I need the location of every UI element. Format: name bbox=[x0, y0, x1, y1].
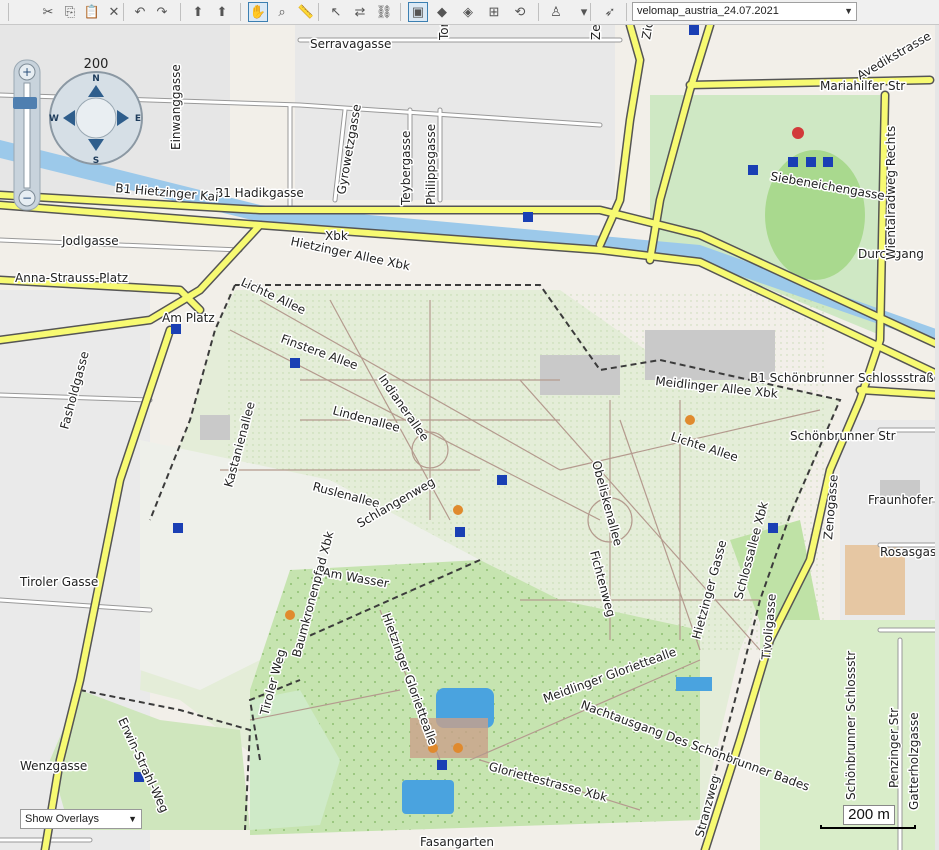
zoom-scale-label: 200 bbox=[84, 57, 109, 72]
poi-icon bbox=[453, 743, 463, 753]
map-label: Wenzgasse bbox=[20, 759, 87, 773]
poi-icon bbox=[523, 212, 533, 222]
map-border bbox=[935, 25, 939, 850]
map-label: Serravagasse bbox=[310, 37, 391, 51]
map-select-value: velomap_austria_24.07.2021 bbox=[637, 5, 779, 17]
poi-icon bbox=[173, 523, 183, 533]
building bbox=[200, 415, 230, 440]
zoom-icon[interactable]: ⌕ bbox=[272, 2, 292, 22]
scale-label: 200 m bbox=[843, 805, 895, 825]
map-label: Penzinger Str bbox=[887, 708, 901, 788]
map-label: Schönbrunner Schlossstr bbox=[844, 651, 858, 800]
overlay-select[interactable]: Show Overlays ▼ bbox=[20, 809, 142, 829]
toolbar-separator bbox=[318, 3, 319, 21]
map-label: Wientalradweg Rechts bbox=[884, 126, 898, 260]
map-label: Am Platz bbox=[162, 311, 215, 325]
fit-icon[interactable]: ⊞ bbox=[484, 2, 504, 22]
map-label: Xbk bbox=[325, 229, 348, 243]
toolbar-separator bbox=[626, 3, 627, 21]
navigation-control[interactable]: + − 200 N E S W bbox=[8, 35, 158, 220]
layers-icon[interactable]: ◈ bbox=[458, 2, 478, 22]
map-label: Schönbrunner Str bbox=[790, 429, 896, 443]
map-label: Gatterholzgasse bbox=[907, 712, 921, 810]
map-label: Fasangarten bbox=[420, 835, 494, 849]
map-label: Mariahilfer Str bbox=[820, 79, 905, 93]
toolbar-separator bbox=[538, 3, 539, 21]
map-label: Anna-Strauss-Platz bbox=[15, 271, 128, 285]
meadow-area bbox=[765, 150, 865, 280]
add-route-icon[interactable]: ⬆ bbox=[212, 2, 232, 22]
map-label: B1 Hadikgasse bbox=[215, 186, 304, 200]
map-label: Rosasgasse bbox=[880, 545, 939, 559]
link-icon[interactable]: ⛓ bbox=[374, 2, 394, 22]
zoom-slider-handle[interactable] bbox=[13, 97, 37, 109]
redo-icon[interactable]: ↷ bbox=[152, 2, 172, 22]
cut-icon[interactable]: ✂ bbox=[38, 2, 58, 22]
map-label: B1 Schönbrunner Schlossstraße bbox=[750, 371, 939, 385]
map-label: Einwanggasse bbox=[169, 64, 183, 150]
compass-east-label: E bbox=[135, 114, 141, 124]
map-label: Teybergasse bbox=[399, 131, 413, 206]
navigation-control-svg: + − 200 N E S W bbox=[13, 57, 143, 211]
rocket-icon[interactable]: ➶ bbox=[600, 2, 620, 22]
undo-icon[interactable]: ↶ bbox=[130, 2, 150, 22]
toolbar-separator bbox=[180, 3, 181, 21]
poi-icon bbox=[455, 527, 465, 537]
add-waypoint-icon[interactable]: ⬆ bbox=[188, 2, 208, 22]
scale-bar bbox=[820, 825, 916, 829]
toolbar-separator bbox=[123, 3, 124, 21]
map-view-icon[interactable]: ▣ bbox=[408, 2, 428, 22]
map-label: Jodlgasse bbox=[61, 234, 119, 248]
poi-icon bbox=[171, 324, 181, 334]
sync-icon[interactable]: ⟲ bbox=[510, 2, 530, 22]
toolbar-separator bbox=[8, 3, 9, 21]
3d-view-icon[interactable]: ◆ bbox=[432, 2, 452, 22]
compass-west-label: W bbox=[49, 114, 59, 124]
compass-south-label: S bbox=[93, 156, 99, 166]
poi-icon bbox=[788, 157, 798, 167]
toolbar-separator bbox=[590, 3, 591, 21]
copy-icon[interactable]: ⎘ bbox=[60, 2, 80, 22]
chevron-down-icon[interactable]: ▼ bbox=[844, 3, 853, 20]
poi-icon bbox=[285, 610, 295, 620]
minus-icon: − bbox=[22, 191, 32, 205]
paste-icon[interactable]: 📋 bbox=[82, 2, 102, 22]
water-pool bbox=[676, 677, 712, 691]
poi-icon bbox=[685, 415, 695, 425]
map-label: Tiroler Gasse bbox=[19, 575, 98, 589]
measure-icon[interactable]: 📏 bbox=[296, 2, 316, 22]
water-pond bbox=[402, 780, 454, 814]
route-tool-icon[interactable]: ⇄ bbox=[350, 2, 370, 22]
map-label: Fraunhofer bbox=[868, 493, 933, 507]
compass-center[interactable] bbox=[75, 97, 117, 139]
toolbar-separator bbox=[240, 3, 241, 21]
dropdown-icon[interactable]: ▾ bbox=[574, 2, 594, 22]
compass-north-label: N bbox=[92, 74, 100, 84]
select-icon[interactable]: ↖ bbox=[326, 2, 346, 22]
hand-pan-icon[interactable]: ✋ bbox=[248, 2, 268, 22]
plus-icon: + bbox=[22, 65, 32, 79]
figure-icon[interactable]: ♙ bbox=[546, 2, 566, 22]
map-label: Zeilergasse bbox=[589, 25, 603, 40]
map-select[interactable]: velomap_austria_24.07.2021 ▼ bbox=[632, 2, 857, 21]
map-label: Philippsgasse bbox=[424, 124, 438, 205]
building bbox=[540, 355, 620, 395]
map-label: Tongagasse bbox=[437, 25, 451, 41]
poi-icon bbox=[497, 475, 507, 485]
chevron-down-icon[interactable]: ▼ bbox=[128, 810, 137, 828]
toolbar-separator bbox=[400, 3, 401, 21]
overlay-select-value: Show Overlays bbox=[25, 813, 99, 825]
poi-icon bbox=[806, 157, 816, 167]
poi-icon bbox=[437, 760, 447, 770]
poi-icon bbox=[453, 505, 463, 515]
poi-icon bbox=[689, 25, 699, 35]
poi-icon bbox=[768, 523, 778, 533]
poi-icon bbox=[290, 358, 300, 368]
poi-icon bbox=[823, 157, 833, 167]
poi-icon bbox=[748, 165, 758, 175]
poi-icon bbox=[792, 127, 804, 139]
delete-icon[interactable]: ✕ bbox=[104, 2, 124, 22]
